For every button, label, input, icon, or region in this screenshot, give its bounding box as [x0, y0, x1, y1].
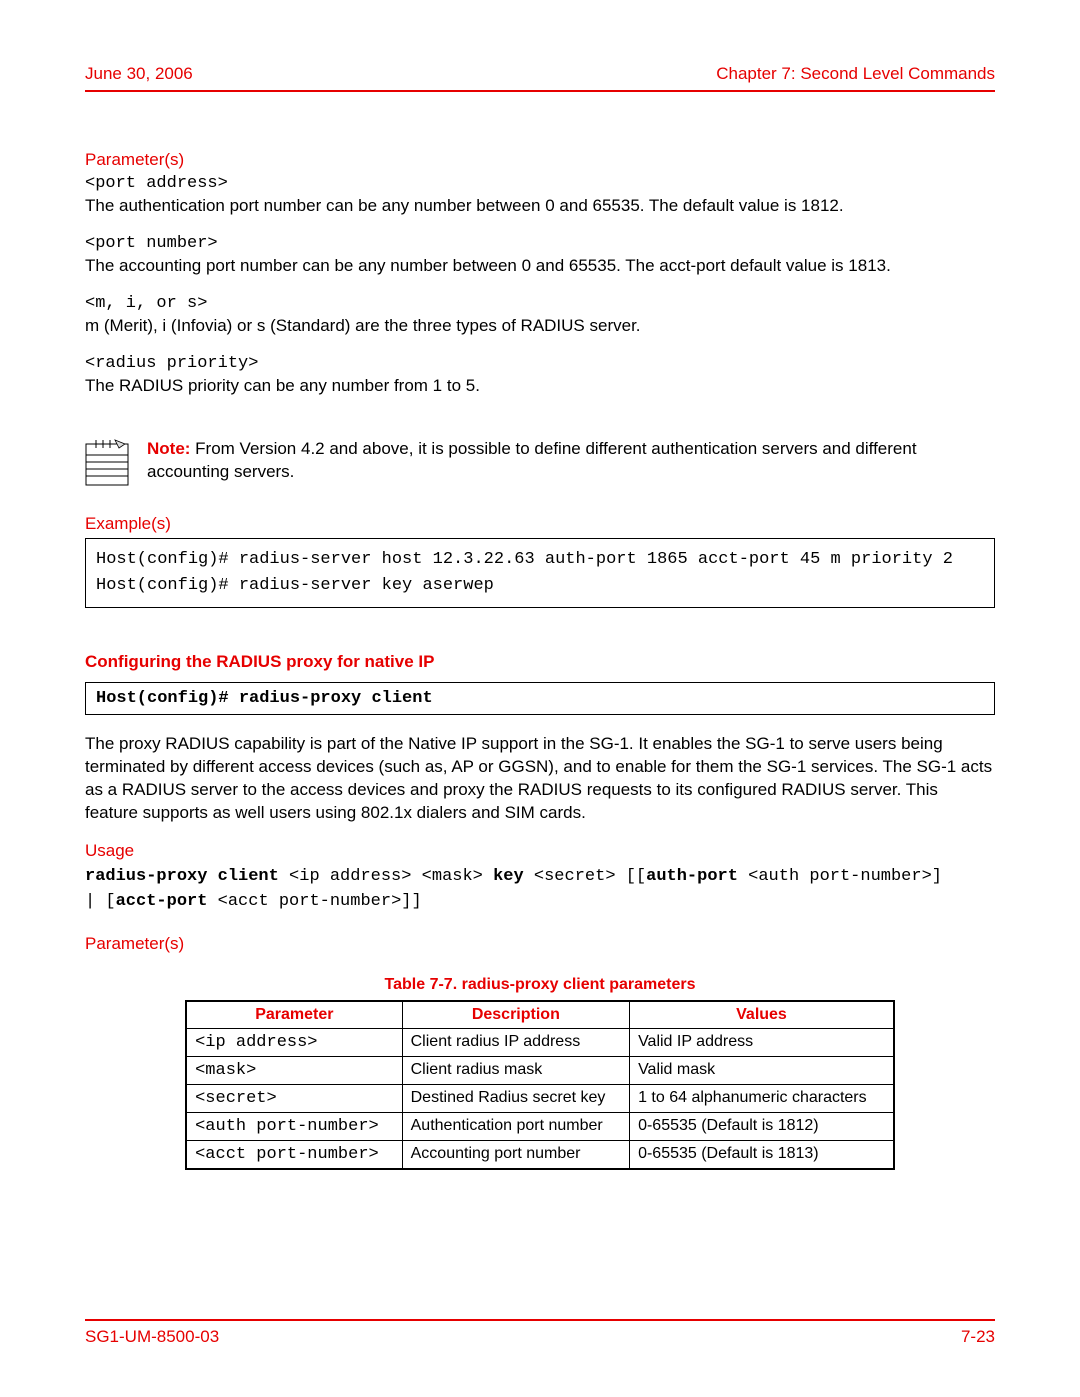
usage-b2: key	[493, 867, 524, 886]
proxy-description: The proxy RADIUS capability is part of t…	[85, 733, 995, 825]
usage-t3: <auth port-number>]	[738, 867, 942, 886]
cell-desc: Client radius IP address	[402, 1029, 629, 1057]
cell-desc: Accounting port number	[402, 1141, 629, 1170]
note-text: Note: From Version 4.2 and above, it is …	[147, 438, 995, 484]
param-code-3: <radius priority>	[85, 354, 995, 373]
cell-param: <acct port-number>	[186, 1141, 402, 1170]
param-desc-3: The RADIUS priority can be any number fr…	[85, 375, 995, 398]
param-desc-0: The authentication port number can be an…	[85, 195, 995, 218]
subheading-proxy: Configuring the RADIUS proxy for native …	[85, 652, 995, 672]
th-parameter: Parameter	[186, 1001, 402, 1029]
cell-values: Valid mask	[630, 1057, 894, 1085]
header-date: June 30, 2006	[85, 64, 193, 84]
cell-desc: Authentication port number	[402, 1113, 629, 1141]
usage-b4: acct-port	[116, 892, 208, 911]
usage-t1: <ip address> <mask>	[279, 867, 493, 886]
th-values: Values	[630, 1001, 894, 1029]
command-box: Host(config)# radius-proxy client	[85, 682, 995, 715]
usage-syntax: radius-proxy client <ip address> <mask> …	[85, 865, 995, 914]
table-row: <ip address> Client radius IP address Va…	[186, 1029, 894, 1057]
usage-b3: auth-port	[646, 867, 738, 886]
section-usage: Usage	[85, 841, 995, 861]
table-row: <secret> Destined Radius secret key 1 to…	[186, 1085, 894, 1113]
param-code-0: <port address>	[85, 174, 995, 193]
cell-param: <auth port-number>	[186, 1113, 402, 1141]
header-chapter: Chapter 7: Second Level Commands	[716, 64, 995, 84]
note-label: Note:	[147, 439, 190, 458]
footer-doc-id: SG1-UM-8500-03	[85, 1327, 219, 1347]
usage-t4: <acct port-number>]]	[207, 892, 421, 911]
cell-param: <mask>	[186, 1057, 402, 1085]
note-body: From Version 4.2 and above, it is possib…	[147, 439, 917, 481]
th-description: Description	[402, 1001, 629, 1029]
table-row: <auth port-number> Authentication port n…	[186, 1113, 894, 1141]
page-footer: SG1-UM-8500-03 7-23	[85, 1319, 995, 1347]
usage-t2: <secret> [[	[524, 867, 646, 886]
usage-line2-pre: | [	[85, 892, 116, 911]
cell-desc: Destined Radius secret key	[402, 1085, 629, 1113]
cell-values: Valid IP address	[630, 1029, 894, 1057]
page-header: June 30, 2006 Chapter 7: Second Level Co…	[85, 64, 995, 92]
section-examples: Example(s)	[85, 514, 995, 534]
cell-values: 0-65535 (Default is 1812)	[630, 1113, 894, 1141]
parameters-table: Parameter Description Values <ip address…	[185, 1000, 895, 1170]
param-desc-1: The accounting port number can be any nu…	[85, 255, 995, 278]
page: June 30, 2006 Chapter 7: Second Level Co…	[0, 0, 1080, 1397]
usage-b1: radius-proxy client	[85, 867, 279, 886]
param-code-2: <m, i, or s>	[85, 294, 995, 313]
cell-desc: Client radius mask	[402, 1057, 629, 1085]
example-code: Host(config)# radius-server host 12.3.22…	[85, 538, 995, 609]
table-row: <acct port-number> Accounting port numbe…	[186, 1141, 894, 1170]
param-code-1: <port number>	[85, 234, 995, 253]
table-row: <mask> Client radius mask Valid mask	[186, 1057, 894, 1085]
cell-values: 1 to 64 alphanumeric characters	[630, 1085, 894, 1113]
footer-page-num: 7-23	[961, 1327, 995, 1347]
section-parameters-2: Parameter(s)	[85, 934, 995, 954]
cell-values: 0-65535 (Default is 1813)	[630, 1141, 894, 1170]
section-parameters: Parameter(s)	[85, 150, 995, 170]
table-caption: Table 7-7. radius-proxy client parameter…	[85, 976, 995, 994]
cell-param: <secret>	[186, 1085, 402, 1113]
table-header-row: Parameter Description Values	[186, 1001, 894, 1029]
param-desc-2: m (Merit), i (Infovia) or s (Standard) a…	[85, 315, 995, 338]
cell-param: <ip address>	[186, 1029, 402, 1057]
note-block: Note: From Version 4.2 and above, it is …	[85, 438, 995, 486]
notepad-icon	[85, 438, 129, 486]
